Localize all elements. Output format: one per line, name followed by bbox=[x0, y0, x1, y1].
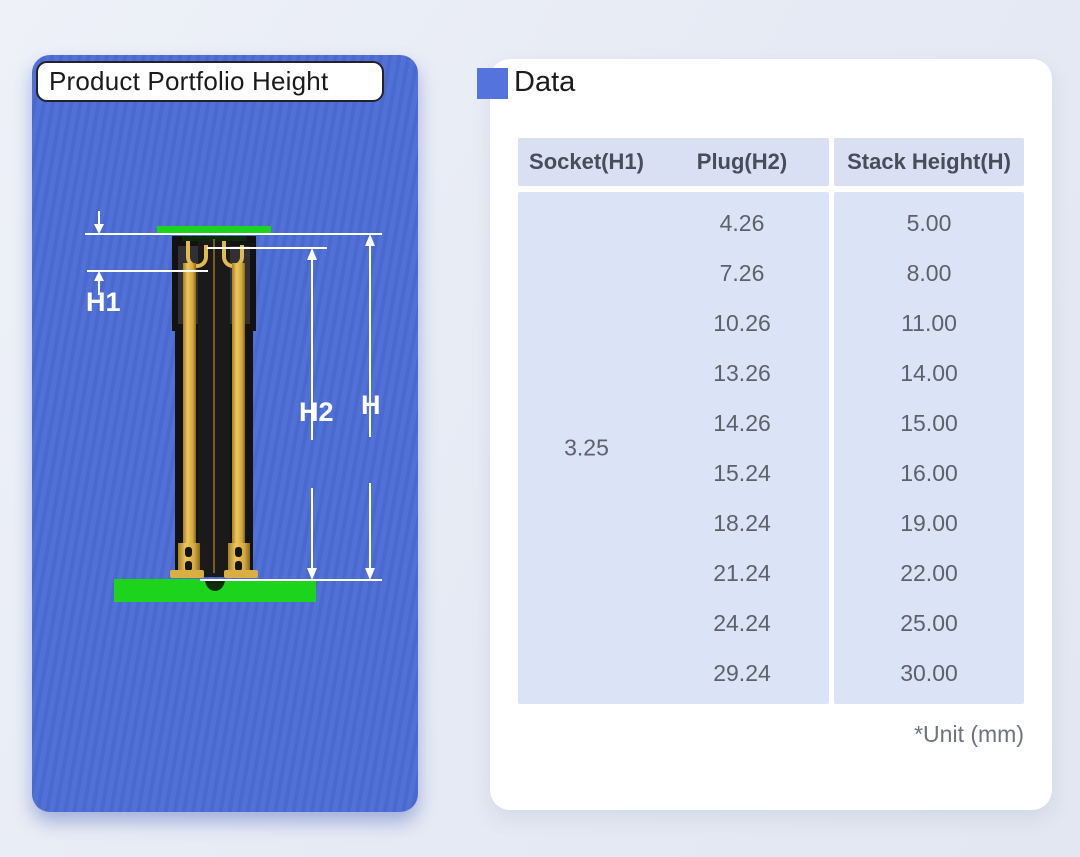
stack-height-value: 15.00 bbox=[834, 403, 1024, 443]
product-portfolio-panel: Product Portfolio Height bbox=[32, 55, 418, 812]
stack-height-value: 30.00 bbox=[834, 653, 1024, 693]
table-body-right: 5.00 8.00 11.00 14.00 15.00 16.00 19.00 22.00 25… bbox=[834, 192, 1024, 704]
plug-value: 7.26 bbox=[655, 253, 829, 293]
plug-value: 21.24 bbox=[655, 553, 829, 593]
table-header-right: Stack Height(H) bbox=[834, 138, 1024, 186]
stack-height-value: 25.00 bbox=[834, 603, 1024, 643]
stack-height-value: 5.00 bbox=[834, 203, 1024, 243]
stack-height-value: 11.00 bbox=[834, 303, 1024, 343]
connector-stack-diagram: H1 H2 H bbox=[32, 55, 418, 812]
plug-column: 4.26 7.26 10.26 13.26 14.26 15.24 18.24 21.24 24… bbox=[655, 192, 829, 704]
plug-value: 18.24 bbox=[655, 503, 829, 543]
stack-height-value: 19.00 bbox=[834, 503, 1024, 543]
table-body-left: 3.25 4.26 7.26 10.26 13.26 14.26 15.24 18.24 21… bbox=[518, 192, 829, 704]
data-card-header: Data bbox=[490, 59, 1052, 109]
socket-value: 3.25 bbox=[518, 435, 655, 462]
plug-value: 24.24 bbox=[655, 603, 829, 643]
dimension-label-h1: H1 bbox=[86, 287, 121, 317]
plug-value: 10.26 bbox=[655, 303, 829, 343]
stack-height-value: 14.00 bbox=[834, 353, 1024, 393]
dimension-label-h2: H2 bbox=[299, 397, 334, 427]
panel-title-text: Product Portfolio Height bbox=[49, 66, 328, 97]
plug-value: 14.26 bbox=[655, 403, 829, 443]
plug-value: 15.24 bbox=[655, 453, 829, 493]
dimension-label-h: H bbox=[361, 390, 381, 420]
plug-value: 29.24 bbox=[655, 653, 829, 693]
panel-title: Product Portfolio Height bbox=[36, 61, 384, 102]
stack-height-value: 22.00 bbox=[834, 553, 1024, 593]
unit-note: *Unit (mm) bbox=[914, 721, 1024, 748]
stack-column: 5.00 8.00 11.00 14.00 15.00 16.00 19.00 22.00 25… bbox=[834, 192, 1024, 704]
plug-value: 4.26 bbox=[655, 203, 829, 243]
data-card: Data Socket(H1) Plug(H2) Stack Height(H)… bbox=[490, 59, 1052, 810]
column-header-stack-height: Stack Height(H) bbox=[847, 149, 1011, 175]
stack-height-value: 16.00 bbox=[834, 453, 1024, 493]
stack-height-value: 8.00 bbox=[834, 253, 1024, 293]
data-card-title: Data bbox=[514, 66, 575, 99]
accent-square-icon bbox=[477, 68, 508, 99]
plug-value: 13.26 bbox=[655, 353, 829, 393]
table-header-left: Socket(H1) Plug(H2) bbox=[518, 138, 829, 186]
bottom-pcb bbox=[114, 579, 316, 602]
column-header-plug: Plug(H2) bbox=[655, 149, 829, 175]
column-header-socket: Socket(H1) bbox=[518, 149, 655, 175]
